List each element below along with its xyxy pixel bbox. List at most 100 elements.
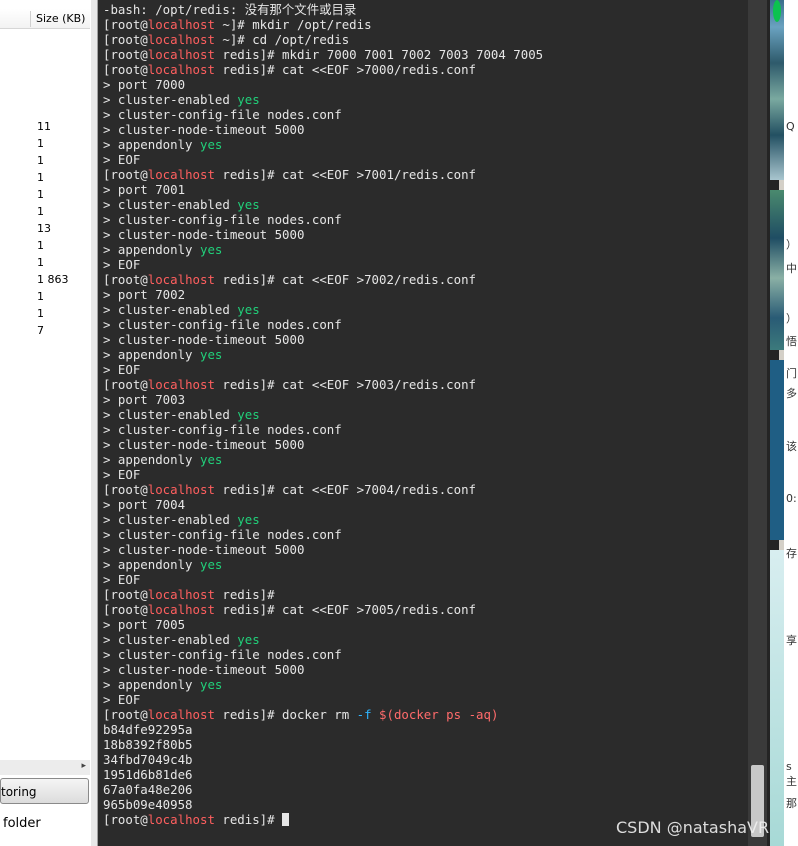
terminal-text: > cluster-config-file nodes.conf: [103, 527, 342, 542]
terminal-line: > port 7004: [103, 497, 543, 512]
partial-text: 享: [786, 634, 797, 647]
terminal-yes-text: yes: [199, 347, 223, 362]
terminal-line: b84dfe92295a: [103, 722, 543, 737]
size-value: 1: [37, 171, 44, 184]
terminal-host-text: localhost: [147, 377, 215, 392]
terminal-text: redis]# cat <<EOF >7005/redis.conf: [214, 602, 476, 617]
csdn-watermark: CSDN @natashaVR: [616, 818, 770, 837]
terminal-text: [root@: [103, 32, 148, 47]
terminal-text: > EOF: [103, 362, 141, 377]
terminal-line: > appendonly yes: [103, 137, 543, 152]
terminal-text: > cluster-config-file nodes.conf: [103, 317, 342, 332]
terminal-line: [root@localhost redis]# docker rm -f $(d…: [103, 707, 543, 722]
terminal-text: > EOF: [103, 572, 141, 587]
terminal-line: [root@localhost redis]# cat <<EOF >7000/…: [103, 62, 543, 77]
partial-text: 0:: [786, 492, 797, 505]
terminal-line: 1951d6b81de6: [103, 767, 543, 782]
terminal-line: > appendonly yes: [103, 677, 543, 692]
terminal-text: redis]# mkdir 7000 7001 7002 7003 7004 7…: [214, 47, 544, 62]
partial-text: 中: [786, 262, 797, 275]
terminal-line: > port 7002: [103, 287, 543, 302]
terminal-sub-text: $(docker ps -aq): [379, 707, 499, 722]
terminal-scrollbar[interactable]: [748, 0, 767, 846]
terminal-text: [root@: [103, 587, 148, 602]
terminal-line: > cluster-node-timeout 5000: [103, 332, 543, 347]
terminal-yes-text: yes: [199, 557, 223, 572]
terminal-line: > cluster-enabled yes: [103, 92, 543, 107]
terminal-text: ~]# mkdir /opt/redis: [214, 17, 372, 32]
terminal-text: [root@: [103, 707, 148, 722]
terminal-host-text: localhost: [147, 17, 215, 32]
terminal-text: > appendonly: [103, 677, 200, 692]
terminal-line: > port 7000: [103, 77, 543, 92]
size-list: 11 1 1 1 1 1 13 1 1 1 863 1 1 7: [37, 118, 69, 339]
size-column-header[interactable]: Size (KB): [0, 9, 90, 29]
terminal-line: > cluster-node-timeout 5000: [103, 542, 543, 557]
terminal-text: > cluster-config-file nodes.conf: [103, 647, 342, 662]
size-value: 1: [37, 137, 44, 150]
size-value: 1: [37, 290, 44, 303]
terminal-window[interactable]: -bash: /opt/redis: 没有那个文件或目录 [root@localh…: [98, 0, 748, 846]
terminal-host-text: localhost: [147, 587, 215, 602]
file-size-panel: Size (KB) 11 1 1 1 1 1 13 1 1 1 863 1 1 7 ▸ toring f…: [0, 0, 98, 846]
terminal-line: > cluster-enabled yes: [103, 407, 543, 422]
terminal-text: > port 7001: [103, 182, 186, 197]
terminal-text: > appendonly: [103, 557, 200, 572]
partial-text: ）: [786, 312, 797, 325]
terminal-text: 965b09e40958: [103, 797, 193, 812]
size-value: 1: [37, 307, 44, 320]
restoring-button[interactable]: toring: [0, 778, 89, 804]
partial-text: ）: [786, 238, 797, 251]
terminal-line: > appendonly yes: [103, 242, 543, 257]
terminal-text: 67a0fa48e206: [103, 782, 193, 797]
terminal-line: [root@localhost ~]# cd /opt/redis: [103, 32, 543, 47]
terminal-line: > cluster-config-file nodes.conf: [103, 647, 543, 662]
terminal-host-text: localhost: [147, 47, 215, 62]
terminal-line: > EOF: [103, 692, 543, 707]
background-panel: [770, 360, 784, 540]
partial-text: Q: [786, 120, 795, 133]
terminal-text: 18b8392f80b5: [103, 737, 193, 752]
terminal-text: > cluster-config-file nodes.conf: [103, 212, 342, 227]
terminal-line: > cluster-node-timeout 5000: [103, 122, 543, 137]
terminal-text: [root@: [103, 482, 148, 497]
terminal-text: > port 7000: [103, 77, 186, 92]
terminal-text: redis]# docker rm: [214, 707, 357, 722]
terminal-line: > cluster-enabled yes: [103, 632, 543, 647]
terminal-line: > EOF: [103, 362, 543, 377]
terminal-text: redis]#: [214, 812, 283, 827]
terminal-text: -bash: /opt/redis: 没有那个文件或目录: [103, 2, 357, 17]
terminal-text: > cluster-enabled: [103, 92, 238, 107]
size-header-label: Size (KB): [36, 12, 86, 25]
terminal-text: b84dfe92295a: [103, 722, 193, 737]
wechat-status-icon: [773, 0, 781, 22]
terminal-text: > cluster-enabled: [103, 512, 238, 527]
terminal-cursor: [282, 813, 290, 826]
terminal-text: > appendonly: [103, 347, 200, 362]
terminal-line: > cluster-config-file nodes.conf: [103, 212, 543, 227]
panel-splitter[interactable]: [91, 0, 97, 846]
terminal-text: > port 7005: [103, 617, 186, 632]
terminal-line: 18b8392f80b5: [103, 737, 543, 752]
terminal-host-text: localhost: [147, 602, 215, 617]
terminal-text: [root@: [103, 167, 148, 182]
terminal-line: > cluster-config-file nodes.conf: [103, 527, 543, 542]
column-separator: [30, 11, 31, 27]
terminal-line: > appendonly yes: [103, 557, 543, 572]
terminal-host-text: localhost: [147, 482, 215, 497]
terminal-text: 1951d6b81de6: [103, 767, 193, 782]
terminal-line: > EOF: [103, 152, 543, 167]
horizontal-scrollbar[interactable]: ▸: [0, 760, 90, 775]
terminal-line: > cluster-config-file nodes.conf: [103, 107, 543, 122]
terminal-text: > port 7002: [103, 287, 186, 302]
terminal-text: > cluster-node-timeout 5000: [103, 227, 305, 242]
terminal-line: > EOF: [103, 257, 543, 272]
size-value: 1: [37, 154, 44, 167]
terminal-line: > cluster-node-timeout 5000: [103, 662, 543, 677]
terminal-line: [root@localhost redis]# mkdir 7000 7001 …: [103, 47, 543, 62]
terminal-line: > cluster-node-timeout 5000: [103, 437, 543, 452]
terminal-text: > appendonly: [103, 242, 200, 257]
terminal-yes-text: yes: [199, 242, 223, 257]
terminal-text: [root@: [103, 47, 148, 62]
scroll-right-icon[interactable]: ▸: [81, 761, 86, 771]
